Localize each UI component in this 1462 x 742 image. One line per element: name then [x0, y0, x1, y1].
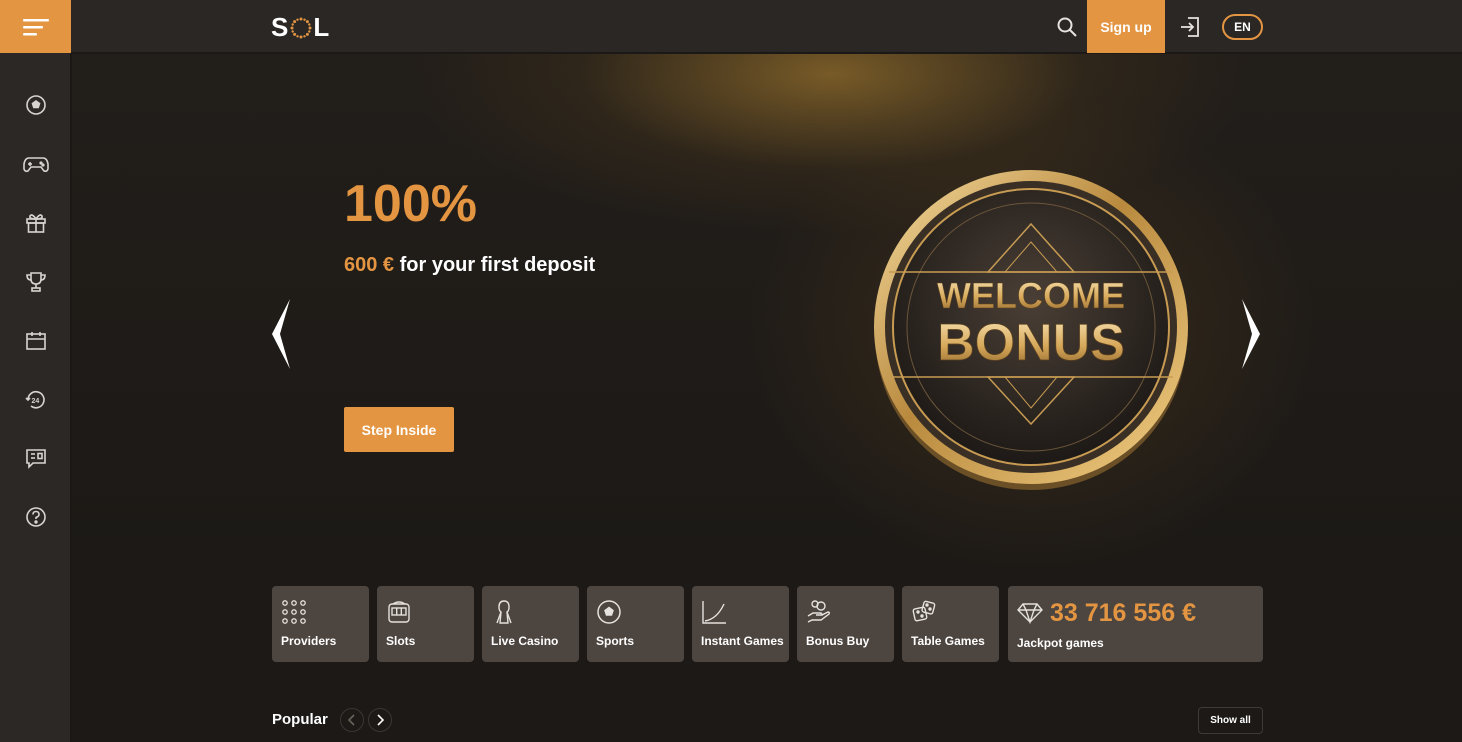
- category-slots[interactable]: Slots: [377, 586, 474, 662]
- sidebar-item-promotions[interactable]: [0, 203, 71, 243]
- chat-icon: [25, 449, 46, 469]
- tile-label: Table Games: [911, 634, 985, 648]
- logo-letter-s: S: [271, 12, 290, 42]
- signup-button[interactable]: Sign up: [1087, 0, 1165, 53]
- hero-subtitle-text: for your first deposit: [394, 254, 596, 276]
- category-bonus-buy[interactable]: Bonus Buy: [797, 586, 894, 662]
- hero-percent: 100%: [344, 175, 477, 233]
- sidebar-item-calendar[interactable]: [0, 321, 71, 361]
- tile-label: Instant Games: [701, 634, 784, 648]
- search-icon[interactable]: [1056, 16, 1078, 38]
- welcome-bonus-coin: WELCOME BONUS: [874, 170, 1188, 490]
- support-24-icon: 24: [24, 390, 45, 409]
- category-table-games[interactable]: Table Games: [902, 586, 999, 662]
- soccer-ball-icon: [25, 95, 46, 115]
- svg-text:24: 24: [31, 398, 39, 405]
- show-all-button[interactable]: Show all: [1198, 707, 1263, 734]
- tile-label: Live Casino: [491, 634, 559, 648]
- grid-dots-icon: [282, 600, 306, 624]
- category-providers[interactable]: Providers: [272, 586, 369, 662]
- site-logo[interactable]: S L: [271, 12, 330, 43]
- top-header: S L Sign up EN: [71, 0, 1462, 53]
- popular-section-title: Popular: [272, 711, 328, 728]
- popular-next-button[interactable]: [368, 708, 392, 732]
- sidebar: 24: [0, 0, 71, 742]
- trophy-icon: [25, 272, 46, 292]
- sidebar-item-sports[interactable]: [0, 85, 71, 125]
- tile-label: Sports: [596, 634, 635, 648]
- step-inside-button[interactable]: Step Inside: [344, 407, 454, 452]
- category-sports[interactable]: Sports: [587, 586, 684, 662]
- dice-icon: [912, 600, 936, 622]
- slot-machine-icon: [388, 601, 410, 623]
- calendar-icon: [25, 332, 46, 350]
- gamepad-icon: [22, 157, 49, 173]
- hero-banner: 100% 600 € for your first deposit Step I…: [72, 54, 1462, 574]
- tile-label: Jackpot games: [1017, 636, 1104, 650]
- category-instant-games[interactable]: Instant Games: [692, 586, 789, 662]
- login-icon[interactable]: [1178, 15, 1202, 39]
- hero-amount: 600 €: [344, 254, 395, 276]
- menu-button[interactable]: [0, 0, 71, 53]
- sidebar-item-tournaments[interactable]: [0, 262, 71, 302]
- tile-label: Bonus Buy: [806, 634, 870, 648]
- category-jackpot-games[interactable]: 33 716 556 € Jackpot games: [1008, 586, 1263, 662]
- hero-subtitle: 600 € for your first deposit: [344, 254, 595, 277]
- sidebar-item-support[interactable]: 24: [0, 380, 71, 420]
- badge-line-bonus: BONUS: [937, 314, 1125, 372]
- tile-label: Providers: [281, 634, 337, 648]
- chart-curve-icon: [702, 601, 726, 624]
- diamond-icon: [1017, 603, 1043, 625]
- soccer-ball-icon: [597, 600, 621, 624]
- gift-icon: [25, 214, 46, 233]
- badge-line-welcome: WELCOME: [937, 275, 1125, 316]
- hand-coins-icon: [807, 600, 831, 623]
- carousel-next-arrow-icon[interactable]: [1240, 299, 1262, 369]
- popular-prev-button[interactable]: [340, 708, 364, 732]
- category-live-casino[interactable]: Live Casino: [482, 586, 579, 662]
- logo-letter-l: L: [313, 12, 331, 42]
- help-icon: [25, 507, 46, 527]
- chevron-left-icon: [347, 714, 355, 726]
- tile-label: Slots: [386, 634, 416, 648]
- sidebar-item-chat[interactable]: [0, 438, 71, 478]
- sun-logo-icon: [290, 17, 312, 38]
- dealer-icon: [496, 600, 512, 624]
- carousel-prev-arrow-icon[interactable]: [270, 299, 292, 369]
- chevron-right-icon: [377, 714, 385, 726]
- language-selector[interactable]: EN: [1222, 14, 1263, 40]
- jackpot-amount: 33 716 556 €: [1050, 599, 1196, 627]
- sidebar-item-casino[interactable]: [0, 144, 71, 184]
- menu-icon: [22, 18, 49, 35]
- sidebar-item-help[interactable]: [0, 497, 71, 537]
